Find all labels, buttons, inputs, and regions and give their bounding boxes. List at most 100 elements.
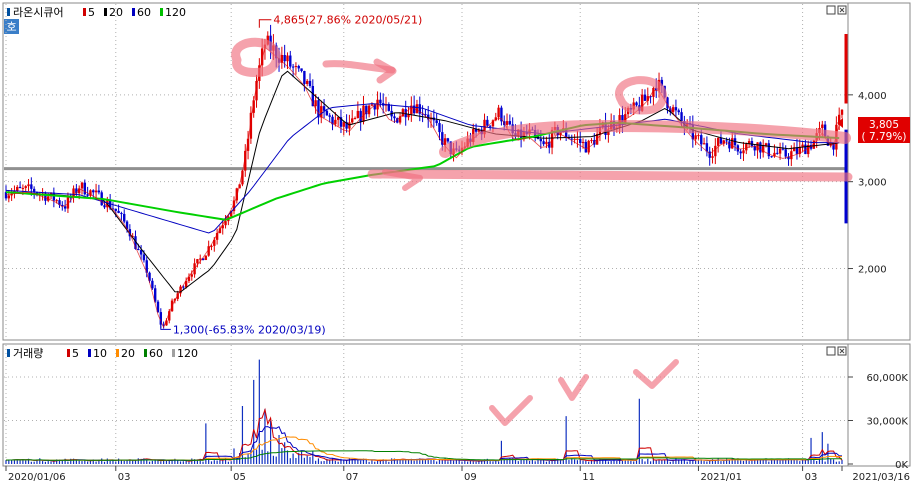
candle-body [677,110,680,113]
x-tick-label-3: 07 [346,472,359,483]
candle-body [196,259,199,264]
candle-body [351,118,354,123]
candle-body [120,213,123,215]
x-tick-label-4: 09 [464,472,477,483]
candle-body [286,55,289,62]
candle-body [137,248,140,251]
candle-body [359,110,362,122]
candle-body [581,141,585,144]
candle-body [291,66,295,68]
candle-body [497,107,500,118]
current-change-label: ( 7.79%) [862,131,907,143]
candle-body [325,110,329,116]
candle-body [486,119,489,126]
candle-body [30,184,33,189]
candle-body [328,115,331,117]
candle-body [716,137,720,146]
candle-body [643,94,647,101]
candle-body [80,182,84,189]
candle-body [294,66,298,68]
candle-body [114,208,117,211]
candle-body [840,109,844,115]
volume-maximize-icon[interactable] [826,346,836,356]
candle-body [759,142,762,153]
legend-swatch-20 [104,8,107,16]
candle-body [27,184,30,187]
chart-title: 라온시큐어 [13,6,64,19]
x-tick-label-5: 11 [582,472,595,483]
candle-body [764,143,768,146]
candle-body [334,119,337,125]
candle-body [204,255,208,261]
candle-body [488,125,492,127]
price-axis [847,2,911,341]
legend-swatch-5 [83,8,86,16]
volume-tick-label-60000: 60,000K [866,373,908,384]
candle-body [97,190,101,193]
candle-body [584,141,588,153]
candle-body [415,104,419,114]
price-tick-label-3000: 3,000 [858,178,887,189]
candle-body [821,124,824,129]
candle-body [142,254,146,261]
candle-body [545,141,548,145]
candle-body [379,99,382,104]
candle-body [443,138,447,145]
candle-body [117,210,120,214]
candle-body [63,206,67,209]
candle-body [731,138,734,149]
candle-body [199,258,202,260]
legend-swatch-60 [132,8,135,16]
candle-body [694,135,697,140]
candle-body [7,195,11,199]
volume-axis [847,343,911,467]
legend-label-60: 60 [149,347,163,360]
candle-body [756,142,759,151]
candle-body [505,121,509,125]
candle-body [297,66,300,69]
candle-body [438,123,441,133]
candle-body [570,138,573,140]
candle-body [435,120,438,124]
candle-body [635,102,638,106]
candle-body [362,105,365,122]
volume-tick-label-30000: 30,000K [866,417,908,428]
alpha-toggle-icon: 호 [6,21,16,34]
candle-body [55,200,58,202]
volume-title: 거래량 [13,347,43,360]
candle-body [283,55,286,62]
maximize-icon[interactable] [826,5,836,15]
candle-body [83,182,87,195]
low-annotation: 1,300(-65.83% 2020/03/19) [173,323,326,336]
price-tick-label-2000: 2,000 [858,265,887,276]
candle-body [790,151,793,160]
candle-body [542,141,545,145]
candle-body [446,138,450,142]
volume-panel [2,343,849,467]
candle-body [674,107,678,111]
candle-body [24,186,27,188]
candle-body [725,140,728,142]
candle-body [103,205,106,208]
candle-body [708,151,711,158]
candle-body [123,213,126,222]
candle-body [697,135,700,137]
candle-body [376,99,379,110]
candle-body [778,148,782,154]
candle-body [314,100,317,107]
legend-marker [7,8,10,16]
candle-body [94,190,98,193]
candle-body [770,156,773,158]
candle-body [300,68,303,72]
candle-body [289,55,292,67]
candle-body [370,104,374,106]
candle-body [742,150,745,154]
candle-body [714,145,717,157]
high-annotation: 4,865(27.86% 2020/05/21) [273,14,422,27]
candle-body [590,140,593,142]
candle-body [508,121,512,125]
legend-swatch-10 [88,349,91,357]
legend-swatch-60 [144,349,147,357]
candle-body [680,112,683,122]
candle-body [702,143,706,145]
